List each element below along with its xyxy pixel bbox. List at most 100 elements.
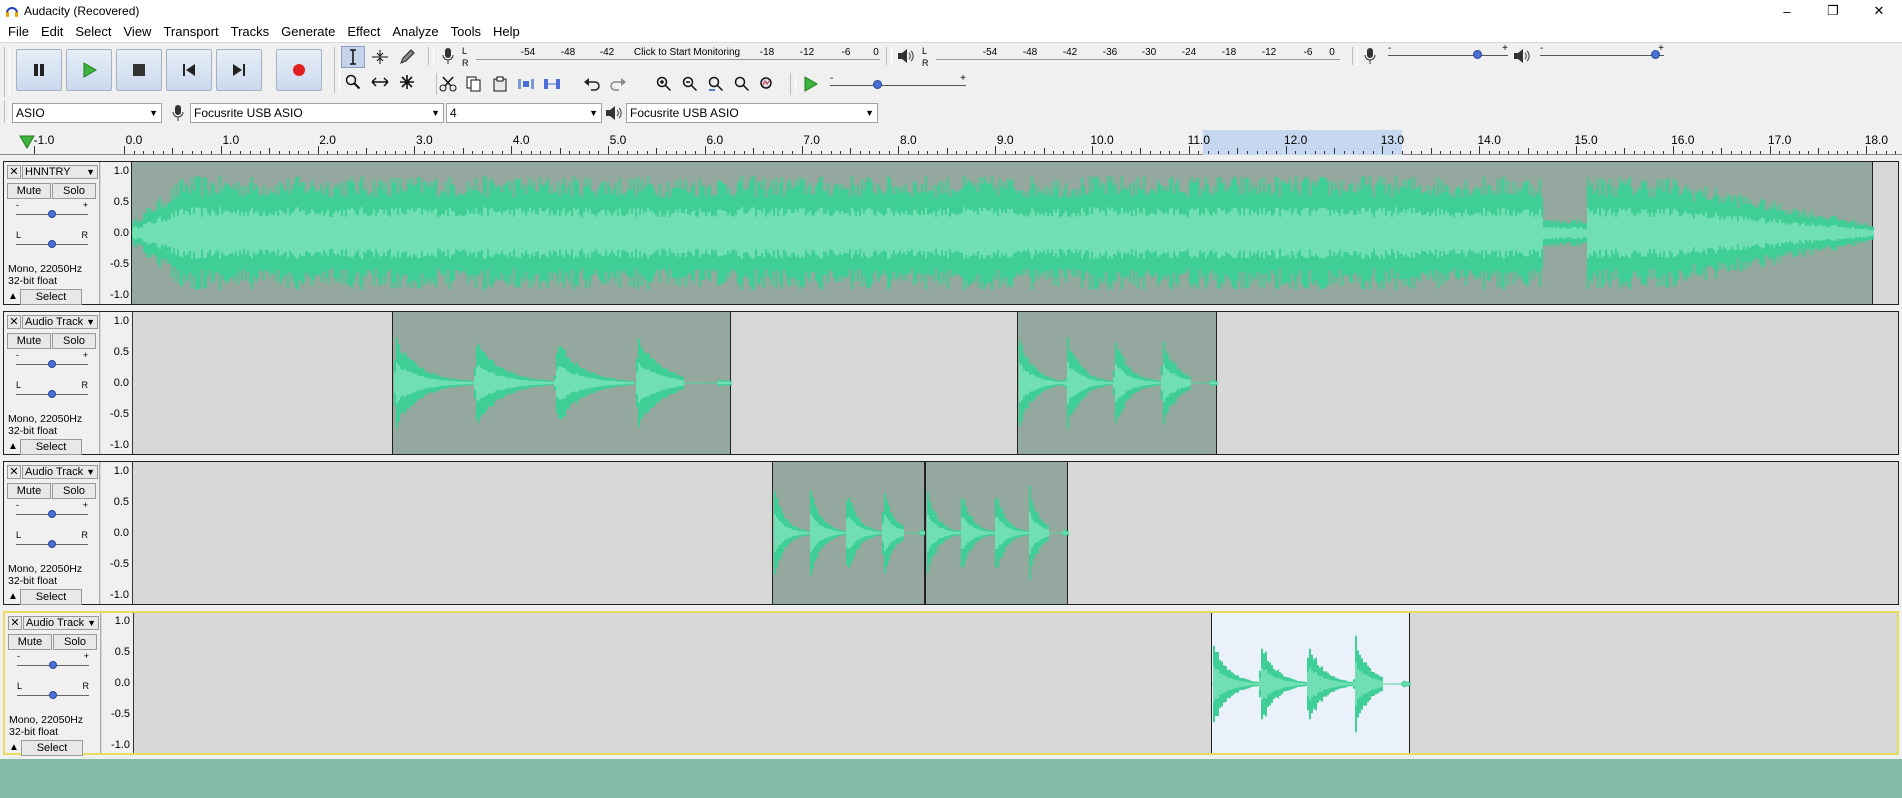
device-toolbar-grip[interactable] [4, 101, 10, 123]
mute-button[interactable]: Mute [7, 333, 51, 349]
empty-track-area[interactable] [0, 759, 1902, 798]
zoom-in-button[interactable] [652, 73, 676, 95]
envelope-tool[interactable] [368, 46, 392, 68]
menu-select[interactable]: Select [69, 22, 117, 42]
menu-help[interactable]: Help [487, 22, 526, 42]
pan-knob[interactable] [48, 390, 56, 398]
close-window-button[interactable]: ✕ [1856, 0, 1902, 22]
transport-toolbar-grip[interactable] [4, 47, 10, 97]
track-select-button[interactable]: Select [20, 589, 82, 605]
audio-clip[interactable] [1016, 312, 1219, 454]
collapse-track-icon[interactable]: ▲ [9, 742, 19, 753]
menu-view[interactable]: View [118, 22, 158, 42]
skip-to-start-button[interactable] [166, 49, 212, 91]
collapse-track-icon[interactable]: ▲ [8, 441, 18, 452]
waveform-area[interactable] [135, 613, 1897, 753]
fit-selection-button[interactable] [704, 73, 728, 95]
pan-slider[interactable]: L R [15, 681, 91, 701]
pan-knob[interactable] [48, 240, 56, 248]
mute-button[interactable]: Mute [7, 483, 51, 499]
zoom-toggle-button[interactable] [756, 73, 780, 95]
fit-project-button[interactable] [730, 73, 754, 95]
menu-tracks[interactable]: Tracks [225, 22, 276, 42]
pan-slider[interactable]: L R [14, 530, 90, 550]
tools-toolbar-grip[interactable] [334, 47, 340, 93]
menu-file[interactable]: File [2, 22, 35, 42]
recording-volume-slider[interactable]: - + [1388, 43, 1508, 63]
recording-channels-select[interactable]: 4 ▼ [446, 103, 602, 123]
slider-knob[interactable] [1472, 50, 1482, 59]
waveform-area[interactable] [131, 162, 1898, 304]
audio-track[interactable]: ✕ Audio Track ▼ Mute Solo - + L R Mono, 2… [3, 611, 1899, 756]
recording-meter-grip[interactable] [428, 47, 434, 65]
audio-clip[interactable] [924, 462, 1069, 604]
playback-meter-grip[interactable] [886, 47, 892, 65]
paste-button[interactable] [488, 73, 512, 95]
audio-clip[interactable] [131, 162, 1875, 304]
track-name-menu[interactable]: HNNTRY ▼ [22, 165, 98, 179]
gain-slider[interactable]: - + [14, 350, 90, 370]
track-close-button[interactable]: ✕ [8, 616, 22, 630]
pan-knob[interactable] [49, 691, 57, 699]
pan-slider[interactable]: L R [14, 230, 90, 250]
time-shift-tool[interactable] [368, 71, 392, 93]
gain-knob[interactable] [48, 510, 56, 518]
audio-clip[interactable] [392, 312, 733, 454]
playback-meter[interactable]: LR -54 -48 -42 -36 -30 -24 -18 -12 -6 0 [922, 45, 1342, 71]
track-name-menu[interactable]: Audio Track ▼ [22, 465, 98, 479]
track-close-button[interactable]: ✕ [7, 315, 21, 329]
gain-slider[interactable]: - + [14, 200, 90, 220]
trim-audio-button[interactable] [514, 73, 538, 95]
waveform-area[interactable] [134, 462, 1898, 604]
audio-clip[interactable] [771, 462, 926, 604]
menu-transport[interactable]: Transport [157, 22, 224, 42]
solo-button[interactable]: Solo [53, 634, 97, 650]
gain-knob[interactable] [48, 360, 56, 368]
start-monitoring-hint[interactable]: Click to Start Monitoring [634, 47, 740, 58]
menu-tools[interactable]: Tools [445, 22, 487, 42]
mute-button[interactable]: Mute [7, 183, 51, 199]
gain-knob[interactable] [48, 210, 56, 218]
minimize-button[interactable]: – [1764, 0, 1810, 22]
stop-button[interactable] [116, 49, 162, 91]
selection-tool[interactable] [341, 46, 365, 68]
slider-knob[interactable] [1650, 50, 1660, 59]
recording-device-select[interactable]: Focusrite USB ASIO ▼ [190, 103, 444, 123]
multi-tool[interactable] [395, 71, 419, 93]
pan-slider[interactable]: L R [14, 380, 90, 400]
track-close-button[interactable]: ✕ [7, 465, 21, 479]
play-at-speed-grip[interactable] [790, 73, 796, 95]
audio-track[interactable]: ✕ HNNTRY ▼ Mute Solo - + L R Mono, 22050H… [3, 161, 1899, 305]
track-name-menu[interactable]: Audio Track ▼ [22, 315, 98, 329]
pause-button[interactable] [16, 49, 62, 91]
pan-knob[interactable] [48, 540, 56, 548]
solo-button[interactable]: Solo [52, 483, 96, 499]
timeline-ruler[interactable]: -1.0 0.0 1.0 2.0 3.0 4.0 5.0 6.0 7.0 8.0 9.0 10.0 11… [0, 130, 1902, 155]
playback-device-select[interactable]: Focusrite USB ASIO ▼ [626, 103, 878, 123]
audio-clip[interactable] [1211, 613, 1411, 753]
zoom-tool[interactable] [341, 71, 365, 93]
playback-meter-button[interactable] [894, 45, 918, 67]
collapse-track-icon[interactable]: ▲ [8, 591, 18, 602]
gain-knob[interactable] [49, 661, 57, 669]
menu-generate[interactable]: Generate [275, 22, 341, 42]
draw-tool[interactable] [395, 46, 419, 68]
silence-audio-button[interactable] [540, 73, 564, 95]
audio-track[interactable]: ✕ Audio Track ▼ Mute Solo - + L R Mono, 2… [3, 311, 1899, 455]
solo-button[interactable]: Solo [52, 333, 96, 349]
record-button[interactable] [276, 49, 322, 91]
recording-meter-button[interactable] [436, 45, 460, 67]
cut-button[interactable] [436, 73, 460, 95]
play-at-speed-slider[interactable]: - + [830, 73, 966, 93]
solo-button[interactable]: Solo [52, 183, 96, 199]
play-button[interactable] [66, 49, 112, 91]
menu-edit[interactable]: Edit [35, 22, 69, 42]
gain-slider[interactable]: - + [14, 500, 90, 520]
collapse-track-icon[interactable]: ▲ [8, 291, 18, 302]
skip-to-end-button[interactable] [216, 49, 262, 91]
gain-slider[interactable]: - + [15, 651, 91, 671]
waveform-area[interactable] [134, 312, 1898, 454]
redo-button[interactable] [606, 73, 630, 95]
menu-analyze[interactable]: Analyze [386, 22, 444, 42]
copy-button[interactable] [462, 73, 486, 95]
